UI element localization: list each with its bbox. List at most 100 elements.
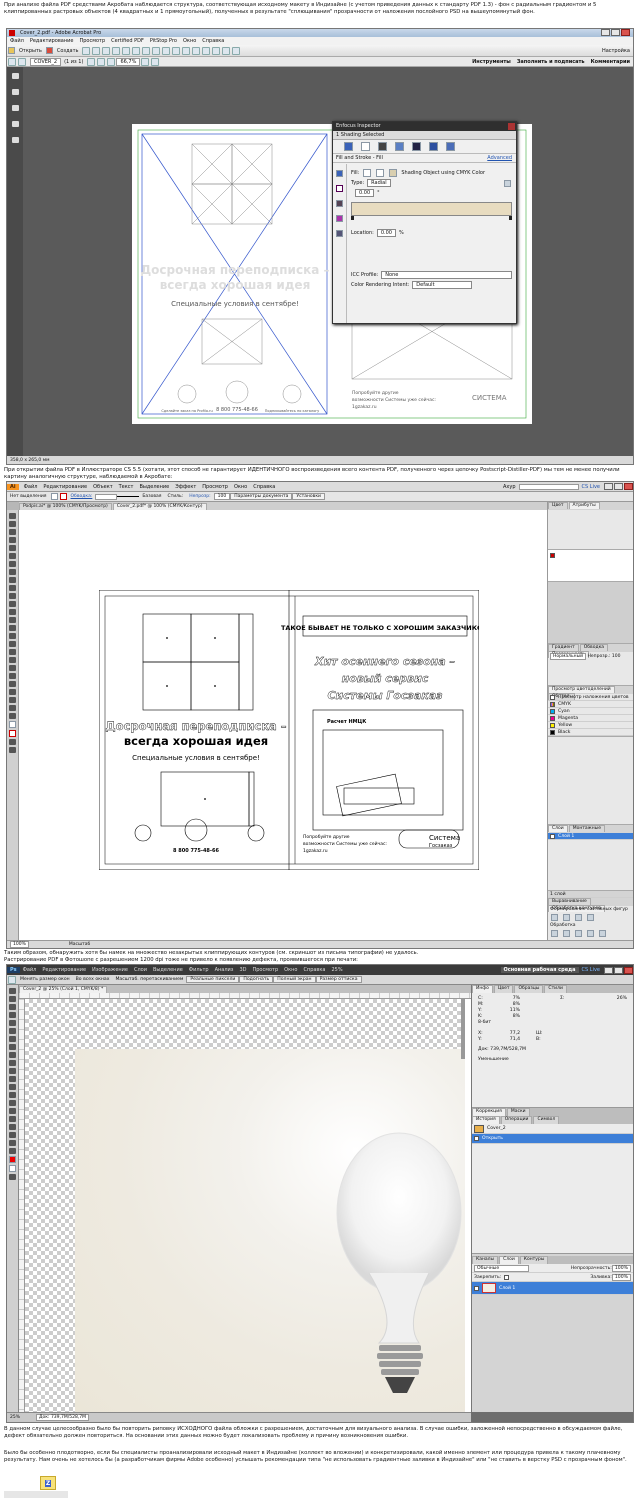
ai-symbol-tool[interactable] [9, 673, 16, 679]
ps-eye-icon[interactable] [474, 1285, 479, 1291]
intent-select[interactable]: Default [412, 281, 473, 289]
ai-magic-wand-tool[interactable] [9, 529, 16, 535]
general-icon[interactable] [344, 142, 353, 151]
ps-healing-tool[interactable] [9, 1036, 16, 1042]
ps-opacity-field[interactable]: 100% [611, 1264, 631, 1272]
ai-minimize-button[interactable] [604, 483, 613, 490]
ps-eraser-tool[interactable] [9, 1068, 16, 1074]
ai-menu-file[interactable]: Файл [21, 484, 41, 490]
ai-color-tab[interactable]: Цвет [548, 502, 568, 509]
gradient-stop-right[interactable] [509, 216, 512, 220]
inspector-icon[interactable] [162, 46, 171, 55]
angle-field[interactable]: 0.00 [355, 189, 375, 197]
advanced-link[interactable]: Advanced [487, 155, 512, 161]
ai-type-tool[interactable] [9, 545, 16, 551]
ai-eyedropper-tool[interactable] [9, 657, 16, 663]
ai-free-transform-tool[interactable] [9, 617, 16, 623]
print-icon[interactable] [82, 46, 91, 55]
ai-artboard-tool[interactable] [9, 689, 16, 695]
ps-background-color[interactable] [9, 1165, 16, 1172]
ai-outline-icon[interactable] [599, 930, 606, 937]
ai-stroke-swatch[interactable] [59, 493, 67, 500]
ai-sep-row-cyan[interactable]: Cyan [548, 708, 633, 715]
ps-hand-tool[interactable] [9, 1140, 16, 1146]
ai-hand-tool[interactable] [9, 705, 16, 711]
ai-gradient-tab[interactable]: Градиент [548, 644, 579, 651]
ai-opacity-readout[interactable]: Непрозр.: 100 [588, 654, 621, 659]
menu-file[interactable]: Файл [7, 38, 27, 44]
ai-cslive[interactable]: CS Live [579, 484, 603, 490]
ps-lasso-tool[interactable] [9, 1004, 16, 1010]
ps-menu-image[interactable]: Изображение [89, 967, 131, 973]
menu-help[interactable]: Справка [199, 38, 227, 44]
ps-fill-field[interactable]: 100% [611, 1273, 631, 1281]
prev-page-icon[interactable] [8, 57, 16, 66]
ai-stroke-label[interactable]: Обводка: [68, 494, 96, 499]
ai-workspace[interactable]: Ахур [500, 484, 519, 490]
minimize-button[interactable] [601, 29, 610, 36]
layers-icon[interactable] [232, 46, 241, 55]
ps-cslive[interactable]: CS Live [579, 967, 603, 973]
ps-workspace[interactable]: Основная рабочая среда [500, 967, 579, 973]
ai-brush-select[interactable]: Базовая [139, 494, 164, 499]
ai-gradient-tool[interactable] [9, 649, 16, 655]
ai-crop-icon[interactable] [587, 930, 594, 937]
ps-blur-tool[interactable] [9, 1084, 16, 1090]
transparency-side-icon[interactable] [336, 230, 343, 237]
ai-sep-row-magenta[interactable]: Magenta [548, 715, 633, 722]
fit-width-icon[interactable] [151, 57, 160, 66]
inspector-close-icon[interactable] [508, 123, 515, 130]
close-button[interactable] [621, 29, 630, 36]
ps-marquee-tool[interactable] [9, 996, 16, 1002]
measure-tab-icon[interactable] [446, 142, 455, 151]
ps-brush-tool[interactable] [9, 1044, 16, 1050]
ps-swatches-tab[interactable]: Образцы [514, 985, 544, 993]
fill-sign-tab[interactable]: Заполнить и подписать [514, 59, 588, 65]
ps-actions-tab[interactable]: Операции [500, 1116, 533, 1124]
ps-resize-windows-option[interactable]: Менять размер окон [17, 977, 73, 982]
type-select[interactable]: Radial [367, 179, 391, 187]
ai-menu-view[interactable]: Просмотр [199, 484, 231, 490]
ps-close-button[interactable] [624, 966, 633, 974]
next-page-icon[interactable] [18, 57, 26, 66]
certify-icon[interactable] [172, 46, 181, 55]
ai-close-button[interactable] [624, 483, 633, 490]
ps-canvas-area[interactable] [19, 993, 471, 1412]
text-icon[interactable] [202, 46, 211, 55]
ps-menu-select[interactable]: Выделение [150, 967, 186, 973]
preflight-icon[interactable] [122, 46, 131, 55]
ai-direct-select-tool[interactable] [9, 521, 16, 527]
ai-brush-tool[interactable] [9, 569, 16, 575]
ai-layers-tab[interactable]: Слои [548, 825, 568, 832]
signatures-icon[interactable] [11, 121, 19, 127]
ps-type-tool[interactable] [9, 1108, 16, 1114]
menu-window[interactable]: Окно [180, 38, 199, 44]
ai-doc-tab-cover[interactable]: Cover_2.pdf* @ 100% (CMYK/Контур) [112, 502, 207, 510]
ai-graph-tool[interactable] [9, 681, 16, 687]
ps-quick-mask[interactable] [9, 1174, 16, 1180]
ai-sep-row-cmyk[interactable]: CMYK [548, 701, 633, 708]
ai-screen-mode[interactable] [9, 747, 16, 753]
ps-history-brush-tool[interactable] [9, 1060, 16, 1066]
ps-minimize-button[interactable] [604, 966, 613, 974]
ai-stroke-weight[interactable] [95, 493, 118, 500]
grid-icon[interactable] [212, 46, 221, 55]
ps-menu-filter[interactable]: Фильтр [186, 967, 212, 973]
ai-menu-object[interactable]: Объект [90, 484, 116, 490]
ps-all-windows-option[interactable]: Во всех окнах [73, 977, 113, 982]
pages-icon[interactable] [11, 73, 19, 79]
hand-tool-icon[interactable] [97, 57, 106, 66]
output-preview-icon[interactable] [132, 46, 141, 55]
ps-masks-tab[interactable]: Маски [506, 1108, 530, 1116]
ai-eraser-tool[interactable] [9, 585, 16, 591]
ai-perspective-tool[interactable] [9, 633, 16, 639]
ai-stroke-color[interactable] [9, 730, 16, 737]
ai-slice-tool[interactable] [9, 697, 16, 703]
ai-fill-swatch[interactable] [50, 493, 58, 500]
ai-merge-icon[interactable] [575, 930, 582, 937]
ai-layer-row[interactable]: Слой 1 [548, 833, 633, 840]
ai-blend-mode-select[interactable]: Нормальный [550, 653, 587, 660]
overprint-side-icon[interactable] [336, 215, 343, 222]
zoom-field[interactable]: 66,7% [116, 57, 141, 66]
ps-doc-tab[interactable]: Cover_2 @ 25% (Слой 1, CMYK/8) * [19, 985, 108, 993]
